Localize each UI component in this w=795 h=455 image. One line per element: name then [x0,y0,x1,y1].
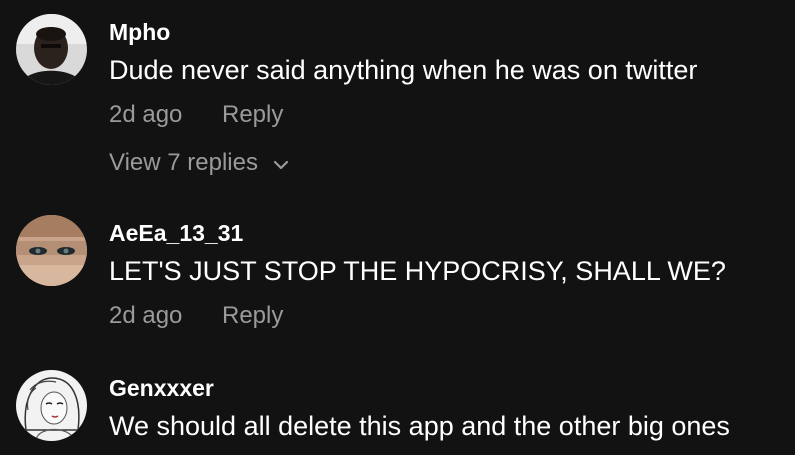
avatar[interactable] [16,370,87,441]
comment-text: LET'S JUST STOP THE HYPOCRISY, SHALL WE? [109,256,726,286]
comment-text: Dude never said anything when he was on … [109,55,698,85]
avatar[interactable] [16,14,87,85]
view-replies-button[interactable]: View 7 replies [109,148,289,179]
avatar-image [16,215,87,286]
chevron-down-icon [273,149,289,179]
comment-text: We should all delete this app and the ot… [109,411,730,441]
comment-meta: 2d ago Reply [109,301,283,331]
avatar-image [16,370,87,441]
comment-meta: 2d ago Reply [109,100,283,130]
reply-button[interactable]: Reply [222,100,283,130]
comment-time: 2d ago [109,101,183,128]
avatar-image [16,14,87,85]
comment-username[interactable]: Mpho [109,18,170,46]
comment-username[interactable]: Genxxxer [109,374,214,402]
view-replies-label: View 7 replies [109,149,258,176]
avatar[interactable] [16,215,87,286]
comment-username[interactable]: AeEa_13_31 [109,219,243,247]
comment-time: 2d ago [109,302,183,329]
reply-button[interactable]: Reply [222,301,283,331]
